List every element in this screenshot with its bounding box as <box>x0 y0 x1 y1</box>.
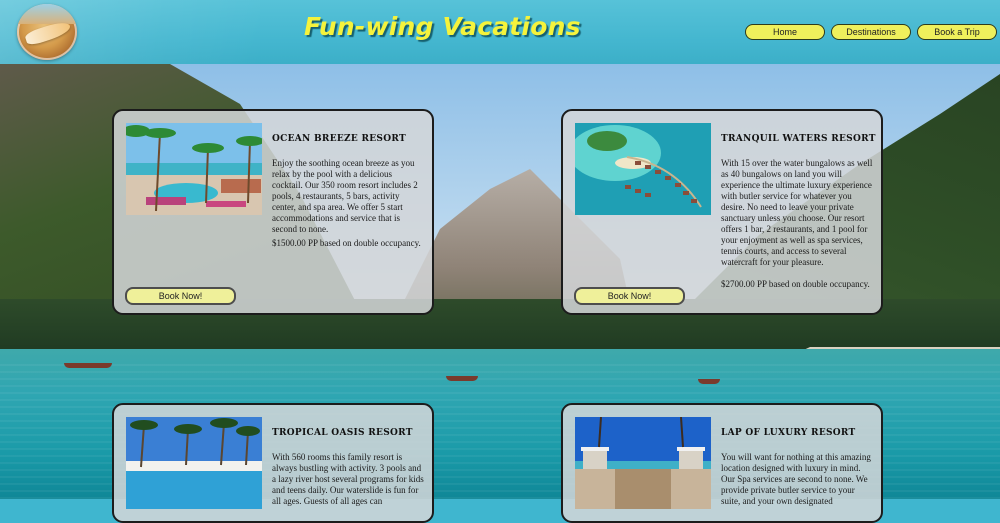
resort-card-tropical-oasis: TROPICAL OASIS RESORT With 560 rooms thi… <box>112 403 434 523</box>
resort-photo-pool-palms <box>126 123 262 215</box>
site-header: Fun-wing Vacations Home Destinations Boo… <box>0 0 1000 64</box>
resort-description: With 15 over the water bungalows as well… <box>721 158 873 267</box>
resort-name: LAP OF LUXURY RESORT <box>721 428 856 438</box>
resort-photo-tropical-pool <box>126 417 262 509</box>
logo-sky <box>17 4 77 24</box>
resort-name: OCEAN BREEZE RESORT <box>272 134 406 144</box>
book-now-button[interactable]: Book Now! <box>574 287 685 305</box>
resort-card-tranquil-waters: TRANQUIL WATERS RESORT With 15 over the … <box>561 109 883 315</box>
resort-card-ocean-breeze: OCEAN BREEZE RESORT Enjoy the soothing o… <box>112 109 434 315</box>
resort-price: $1500.00 PP based on double occupancy. <box>272 238 421 248</box>
resort-card-lap-of-luxury: LAP OF LUXURY RESORT You will want for n… <box>561 403 883 523</box>
resort-name: TROPICAL OASIS RESORT <box>272 428 413 438</box>
resort-price: $2700.00 PP based on double occupancy. <box>721 279 870 289</box>
resort-photo-overwater-bungalows <box>575 123 711 215</box>
nav-destinations-button[interactable]: Destinations <box>831 24 911 40</box>
book-now-button[interactable]: Book Now! <box>125 287 236 305</box>
rowboat <box>64 363 112 368</box>
main-nav: Home Destinations Book a Trip <box>0 24 1000 40</box>
resort-description: Enjoy the soothing ocean breeze as you r… <box>272 158 418 234</box>
resort-name: TRANQUIL WATERS RESORT <box>721 134 876 144</box>
rowboat <box>446 376 478 381</box>
resort-photo-luxury-cabanas <box>575 417 711 509</box>
nav-home-button[interactable]: Home <box>745 24 825 40</box>
rowboat <box>698 379 720 384</box>
nav-book-trip-button[interactable]: Book a Trip <box>917 24 997 40</box>
